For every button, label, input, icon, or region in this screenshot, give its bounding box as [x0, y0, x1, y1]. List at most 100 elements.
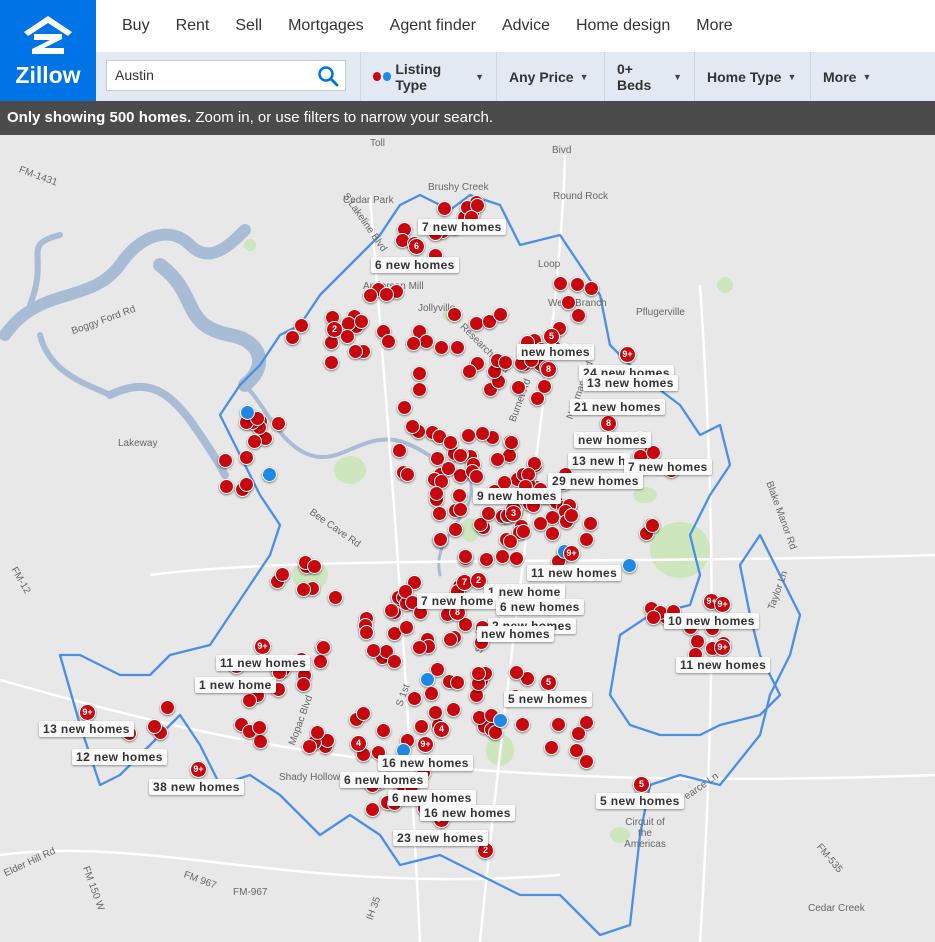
listing-pin[interactable]	[239, 477, 254, 492]
cluster-label[interactable]: 38 new homes	[149, 779, 244, 795]
listing-pin[interactable]	[544, 740, 559, 755]
listing-pin[interactable]	[285, 330, 300, 345]
listing-pin[interactable]	[271, 416, 286, 431]
listing-pin[interactable]	[479, 552, 494, 567]
listing-pin[interactable]	[387, 654, 402, 669]
listing-pin[interactable]	[316, 640, 331, 655]
listing-pin[interactable]	[405, 419, 420, 434]
listing-pin[interactable]	[516, 524, 531, 539]
listing-pin[interactable]	[481, 506, 496, 521]
cluster-label[interactable]: 5 new homes	[504, 691, 592, 707]
listing-pin[interactable]	[328, 590, 343, 605]
cluster-label[interactable]: 11 new homes	[527, 565, 622, 581]
listing-pin[interactable]	[452, 488, 467, 503]
cluster-label[interactable]: 7 new home	[417, 593, 498, 609]
listing-pin[interactable]	[412, 382, 427, 397]
listing-pin[interactable]	[356, 706, 371, 721]
listing-pin[interactable]	[583, 516, 598, 531]
cluster-label[interactable]: 11 new homes	[216, 655, 311, 671]
cluster-badge[interactable]: 5	[540, 674, 557, 691]
beds-filter[interactable]: 0+ Beds ▼	[604, 52, 694, 101]
listing-pin[interactable]	[160, 700, 175, 715]
listing-pin[interactable]	[324, 355, 339, 370]
listing-pin[interactable]	[579, 754, 594, 769]
listing-pin[interactable]	[397, 400, 412, 415]
listing-pin[interactable]	[424, 686, 439, 701]
listing-pin[interactable]	[384, 603, 399, 618]
listing-pin[interactable]	[428, 705, 443, 720]
rental-pin[interactable]	[240, 405, 255, 420]
listing-pin[interactable]	[348, 344, 363, 359]
cluster-badge[interactable]: 5	[633, 776, 650, 793]
cluster-label[interactable]: 6 new homes	[340, 772, 428, 788]
listing-pin[interactable]	[561, 295, 576, 310]
cluster-label[interactable]: 1 new home	[195, 677, 276, 693]
listing-pin[interactable]	[307, 559, 322, 574]
listing-pin[interactable]	[310, 725, 325, 740]
listing-pin[interactable]	[553, 276, 568, 291]
cluster-badge[interactable]: 8	[600, 415, 617, 432]
cluster-label[interactable]: 13 new homes	[583, 375, 678, 391]
cluster-label[interactable]: 13 new h	[568, 453, 630, 469]
listing-pin[interactable]	[503, 534, 518, 549]
listing-pin[interactable]	[376, 723, 391, 738]
search-icon[interactable]	[317, 65, 339, 87]
listing-pin[interactable]	[242, 693, 257, 708]
listing-pin[interactable]	[412, 366, 427, 381]
listing-pin[interactable]	[471, 666, 486, 681]
listing-pin[interactable]	[493, 307, 508, 322]
cluster-label[interactable]: 11 new homes	[676, 657, 771, 673]
listing-pin[interactable]	[434, 340, 449, 355]
cluster-label[interactable]: 13 new homes	[39, 721, 134, 737]
cluster-badge[interactable]: 4	[350, 735, 367, 752]
listing-pin[interactable]	[469, 469, 484, 484]
cluster-label[interactable]: new homes	[477, 626, 554, 642]
cluster-label[interactable]: new homes	[574, 432, 651, 448]
listing-pin[interactable]	[359, 625, 374, 640]
listing-pin[interactable]	[363, 288, 378, 303]
listing-pin[interactable]	[302, 739, 317, 754]
cluster-label[interactable]: 16 new homes	[378, 755, 473, 771]
listing-pin[interactable]	[392, 443, 407, 458]
listing-pin[interactable]	[450, 340, 465, 355]
listing-pin[interactable]	[462, 364, 477, 379]
cluster-label[interactable]: 16 new homes	[420, 805, 515, 821]
cluster-badge[interactable]: 2	[326, 321, 343, 338]
listing-pin[interactable]	[447, 307, 462, 322]
listing-pin[interactable]	[490, 452, 505, 467]
listing-pin[interactable]	[218, 453, 233, 468]
listing-type-filter[interactable]: Listing Type ▼	[360, 52, 496, 101]
listing-pin[interactable]	[646, 610, 661, 625]
listing-pin[interactable]	[571, 308, 586, 323]
listing-pin[interactable]	[511, 380, 526, 395]
listing-pin[interactable]	[407, 691, 422, 706]
listing-pin[interactable]	[509, 665, 524, 680]
listing-pin[interactable]	[437, 201, 452, 216]
listing-pin[interactable]	[564, 508, 579, 523]
listing-pin[interactable]	[495, 549, 510, 564]
listing-pin[interactable]	[530, 391, 545, 406]
cluster-badge[interactable]: 9+	[714, 639, 731, 656]
listing-pin[interactable]	[443, 632, 458, 647]
listing-pin[interactable]	[414, 719, 429, 734]
cluster-badge[interactable]: 8	[540, 361, 557, 378]
listing-pin[interactable]	[432, 506, 447, 521]
cluster-label[interactable]: 6 new homes	[496, 599, 584, 615]
listing-pin[interactable]	[412, 640, 427, 655]
nav-home-design[interactable]: Home design	[576, 17, 670, 35]
listing-pin[interactable]	[381, 334, 396, 349]
listing-pin[interactable]	[275, 567, 290, 582]
listing-pin[interactable]	[475, 426, 490, 441]
listing-pin[interactable]	[219, 479, 234, 494]
listing-pin[interactable]	[399, 620, 414, 635]
listing-pin[interactable]	[252, 720, 267, 735]
rental-pin[interactable]	[493, 713, 508, 728]
listing-pin[interactable]	[400, 467, 415, 482]
cluster-badge[interactable]: 9+	[190, 761, 207, 778]
cluster-label[interactable]: 12 new homes	[72, 749, 167, 765]
cluster-label[interactable]: 29 new homes	[548, 473, 643, 489]
search-box[interactable]	[106, 60, 346, 91]
cluster-label[interactable]: 10 new homes	[664, 613, 759, 629]
listing-pin[interactable]	[313, 654, 328, 669]
nav-advice[interactable]: Advice	[502, 17, 550, 35]
